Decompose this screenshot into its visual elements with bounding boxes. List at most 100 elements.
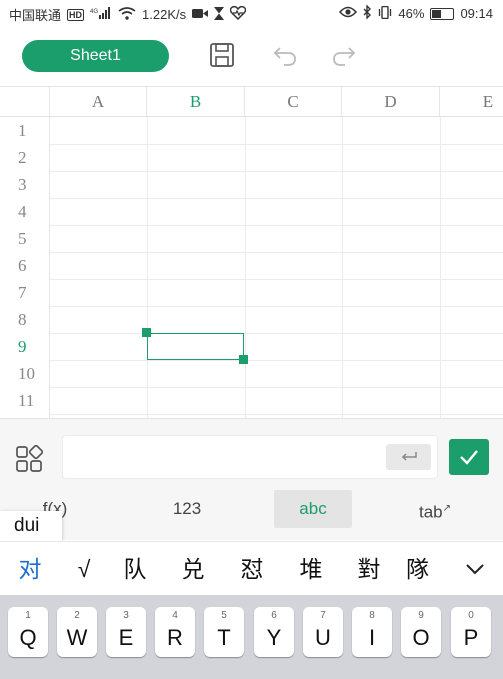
battery-percent: 46%	[398, 6, 425, 21]
row-divider	[50, 360, 503, 361]
key-letter: E	[118, 625, 134, 650]
hd-badge: HD	[67, 8, 85, 21]
key-letter: Q	[19, 625, 37, 650]
selection-handle-top-left[interactable]	[142, 328, 151, 337]
row-divider	[50, 306, 503, 307]
mode-tab[interactable]: tab↗	[400, 490, 470, 528]
row-divider	[50, 333, 503, 334]
spreadsheet-grid[interactable]: A B C D E 1 2 3 4 5 6 7 8 9 10 11	[0, 86, 503, 419]
network-speed: 1.22K/s	[142, 7, 187, 22]
row-divider	[50, 387, 503, 388]
row-divider	[50, 414, 503, 415]
column-divider	[342, 117, 343, 419]
row-divider	[50, 171, 503, 172]
grid-corner[interactable]	[0, 87, 50, 117]
candidate-3[interactable]: 队	[117, 542, 153, 596]
video-icon	[192, 7, 209, 22]
key-number: 2	[74, 610, 80, 621]
key-letter: W	[66, 625, 88, 650]
key-number: 7	[320, 610, 326, 621]
carrier-label: 中国联通	[9, 8, 62, 23]
battery-icon	[430, 7, 455, 20]
row-header-5[interactable]: 5	[0, 225, 50, 252]
key-q[interactable]: 1Q	[8, 607, 48, 657]
bluetooth-icon	[363, 4, 372, 22]
row-divider	[50, 252, 503, 253]
selected-cell[interactable]	[147, 333, 244, 360]
clock: 09:14	[460, 6, 493, 21]
mode-number[interactable]: 123	[152, 490, 222, 528]
key-e[interactable]: 3E	[106, 607, 146, 657]
key-y[interactable]: 6Y	[254, 607, 294, 657]
key-letter: Y	[266, 625, 282, 650]
mode-letters[interactable]: abc	[274, 490, 352, 528]
key-number: 6	[271, 610, 277, 621]
candidate-4[interactable]: 兑	[175, 542, 211, 596]
column-header-a[interactable]: A	[50, 87, 147, 117]
row-header-6[interactable]: 6	[0, 252, 50, 279]
key-r[interactable]: 4R	[155, 607, 195, 657]
row-header-3[interactable]: 3	[0, 171, 50, 198]
column-divider	[245, 117, 246, 419]
column-divider	[147, 117, 148, 419]
heart-rate-icon	[229, 5, 247, 23]
input-mode-bar: f(x) 123 abc tab↗	[0, 490, 503, 540]
grid-apps-icon[interactable]	[15, 444, 44, 473]
cell-input-bar	[0, 418, 503, 497]
row-divider	[50, 198, 503, 199]
return-icon	[401, 452, 417, 461]
key-letter: I	[368, 625, 376, 650]
row-divider	[50, 279, 503, 280]
column-header-b[interactable]: B	[147, 87, 245, 117]
confirm-button[interactable]	[449, 439, 489, 475]
row-header-8[interactable]: 8	[0, 306, 50, 333]
save-icon[interactable]	[207, 40, 237, 70]
candidate-8[interactable]: 隊	[406, 542, 434, 596]
key-letter: U	[315, 625, 331, 650]
undo-icon[interactable]	[270, 40, 300, 70]
sheet-tab-button[interactable]: Sheet1	[22, 40, 169, 72]
key-p[interactable]: 0P	[451, 607, 491, 657]
redo-icon[interactable]	[329, 40, 359, 70]
key-number: 9	[418, 610, 424, 621]
key-number: 4	[172, 610, 178, 621]
candidate-7[interactable]: 對	[351, 542, 387, 596]
candidate-1[interactable]: 对	[12, 542, 48, 596]
key-letter: R	[167, 625, 183, 650]
column-header-c[interactable]: C	[245, 87, 342, 117]
row-header-7[interactable]: 7	[0, 279, 50, 306]
row-header-4[interactable]: 4	[0, 198, 50, 225]
eye-icon	[339, 6, 358, 21]
row-divider	[50, 225, 503, 226]
row-header-2[interactable]: 2	[0, 144, 50, 171]
candidate-6[interactable]: 堆	[293, 542, 329, 596]
column-divider	[440, 117, 441, 419]
vibrate-icon	[378, 5, 392, 22]
key-number: 1	[25, 610, 31, 621]
key-t[interactable]: 5T	[204, 607, 244, 657]
key-w[interactable]: 2W	[57, 607, 97, 657]
check-icon	[460, 450, 478, 465]
row-header-1[interactable]: 1	[0, 117, 50, 144]
row-header-9[interactable]: 9	[0, 333, 50, 360]
return-button[interactable]	[386, 444, 431, 470]
key-number: 5	[221, 610, 227, 621]
key-i[interactable]: 8I	[352, 607, 392, 657]
selection-handle-bottom-right[interactable]	[239, 355, 248, 364]
candidate-2[interactable]: √	[66, 542, 102, 596]
key-u[interactable]: 7U	[303, 607, 343, 657]
column-header-d[interactable]: D	[342, 87, 440, 117]
key-number: 3	[123, 610, 129, 621]
toolbar: Sheet1	[0, 26, 503, 86]
row-divider	[50, 144, 503, 145]
keyboard: 1Q 2W 3E 4R 5T 6Y 7U 8I 9O 0P	[0, 595, 503, 679]
chevron-down-icon[interactable]	[465, 559, 485, 579]
column-header-e[interactable]: E	[440, 87, 503, 117]
candidate-5[interactable]: 怼	[234, 542, 270, 596]
key-o[interactable]: 9O	[401, 607, 441, 657]
cell-value-input[interactable]	[62, 435, 438, 479]
row-header-10[interactable]: 10	[0, 360, 50, 387]
key-letter: O	[412, 625, 430, 650]
network-type-label: 4G	[90, 9, 98, 15]
row-header-11[interactable]: 11	[0, 387, 50, 414]
